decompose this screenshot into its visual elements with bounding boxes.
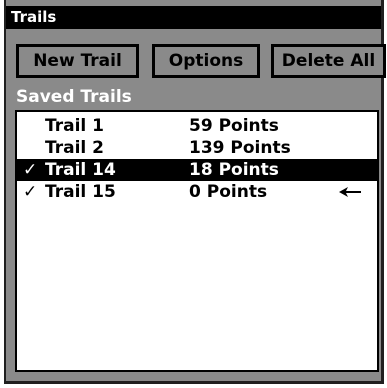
trail-points: 59 Points bbox=[189, 116, 279, 136]
trail-name: Trail 1 bbox=[45, 116, 104, 136]
toolbar: New Trail Options Delete All bbox=[16, 44, 386, 80]
saved-trails-list[interactable]: Trail 1 59 Points Trail 2 139 Points ✓ T… bbox=[15, 110, 379, 372]
trail-name: Trail 14 bbox=[45, 160, 116, 180]
trail-points: 0 Points bbox=[189, 182, 268, 202]
saved-trails-label: Saved Trails bbox=[16, 87, 132, 107]
new-trail-button[interactable]: New Trail bbox=[16, 44, 139, 78]
trail-points: 139 Points bbox=[189, 138, 291, 158]
delete-all-button[interactable]: Delete All bbox=[271, 44, 386, 78]
trail-name: Trail 15 bbox=[45, 182, 116, 202]
check-icon: ✓ bbox=[23, 160, 38, 180]
trail-points: 18 Points bbox=[189, 160, 279, 180]
trail-row[interactable]: Trail 1 59 Points bbox=[17, 115, 377, 137]
trail-row[interactable]: Trail 2 139 Points bbox=[17, 137, 377, 159]
options-button[interactable]: Options bbox=[152, 44, 260, 78]
trail-row[interactable]: ✓ Trail 15 0 Points bbox=[17, 181, 377, 203]
trails-window: Trails New Trail Options Delete All Save… bbox=[4, 0, 386, 384]
check-icon: ✓ bbox=[23, 182, 38, 202]
arrow-left-icon bbox=[339, 187, 361, 197]
window-title: Trails bbox=[6, 6, 381, 29]
trail-row-selected[interactable]: ✓ Trail 14 18 Points bbox=[17, 159, 377, 181]
trail-name: Trail 2 bbox=[45, 138, 104, 158]
